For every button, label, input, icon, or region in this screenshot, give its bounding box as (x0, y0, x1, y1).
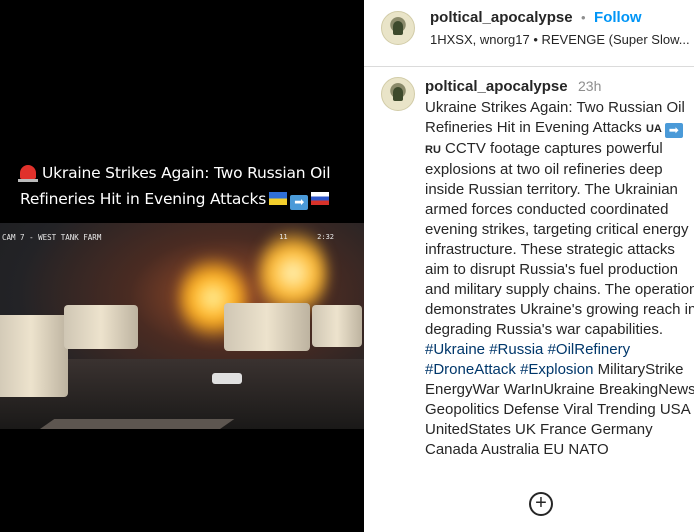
media-title-line1: Ukraine Strikes Again: Two Russian Oil (42, 164, 331, 182)
header-top-line: poltical_apocalypse • Follow (430, 9, 642, 27)
audio-subline[interactable]: 1HXSX, wnorg17 • REVENGE (Super Slow... (430, 32, 690, 47)
cctv-footage: CAM 7 - WEST TANK FARM 11 2:32 (0, 223, 364, 429)
avatar[interactable] (381, 11, 415, 45)
ukraine-flag-icon (269, 192, 288, 205)
vehicle (212, 373, 242, 384)
cam-time: 2:32 (317, 233, 334, 241)
post-header: poltical_apocalypse • Follow 1HXSX, wnor… (364, 0, 694, 67)
hashtag-link[interactable]: #Russia (489, 341, 543, 358)
storage-tank (64, 305, 138, 349)
siren-icon (18, 165, 38, 182)
caption-comment: poltical_apocalypse 23h Ukraine Strikes … (364, 67, 694, 532)
media-title: Ukraine Strikes Again: Two Russian Oil R… (18, 160, 360, 212)
hashtag-link[interactable]: #Explosion (520, 361, 593, 378)
storage-tank (224, 303, 310, 351)
comment-header: poltical_apocalypse 23h (425, 78, 601, 96)
plus-circle-icon[interactable]: + (529, 492, 553, 516)
cam-corner: 11 (279, 233, 288, 241)
follow-button[interactable]: Follow (594, 9, 642, 26)
storage-tank (312, 305, 362, 347)
caption-text: Ukraine Strikes Again: Two Russian Oil R… (425, 98, 694, 460)
hashtag-link[interactable]: #Ukraine (425, 341, 485, 358)
comment-time[interactable]: 23h (578, 78, 601, 94)
post-media[interactable]: Ukraine Strikes Again: Two Russian Oil R… (0, 0, 364, 532)
storage-tank (0, 315, 68, 397)
hashtag-link[interactable]: #DroneAttack (425, 361, 516, 378)
ua-tag: UA (645, 123, 662, 135)
media-title-line2: Refineries Hit in Evening Attacks (20, 190, 267, 208)
right-arrow-icon: ➡ (664, 123, 683, 138)
comment-username[interactable]: poltical_apocalypse (425, 78, 568, 95)
header-username[interactable]: poltical_apocalypse (430, 9, 573, 26)
caption-body: CCTV footage captures powerful explosion… (425, 140, 694, 338)
ru-tag: RU (425, 144, 441, 156)
separator: • (581, 10, 586, 25)
comment-avatar[interactable] (381, 77, 415, 111)
russia-flag-icon (311, 192, 330, 205)
hashtag-link[interactable]: #OilRefinery (548, 341, 631, 358)
right-arrow-icon: ➡ (290, 195, 309, 210)
cam-label: CAM 7 - WEST TANK FARM (2, 233, 102, 242)
cam-timestamp: 11 2:32 (279, 233, 334, 241)
road (40, 419, 235, 429)
